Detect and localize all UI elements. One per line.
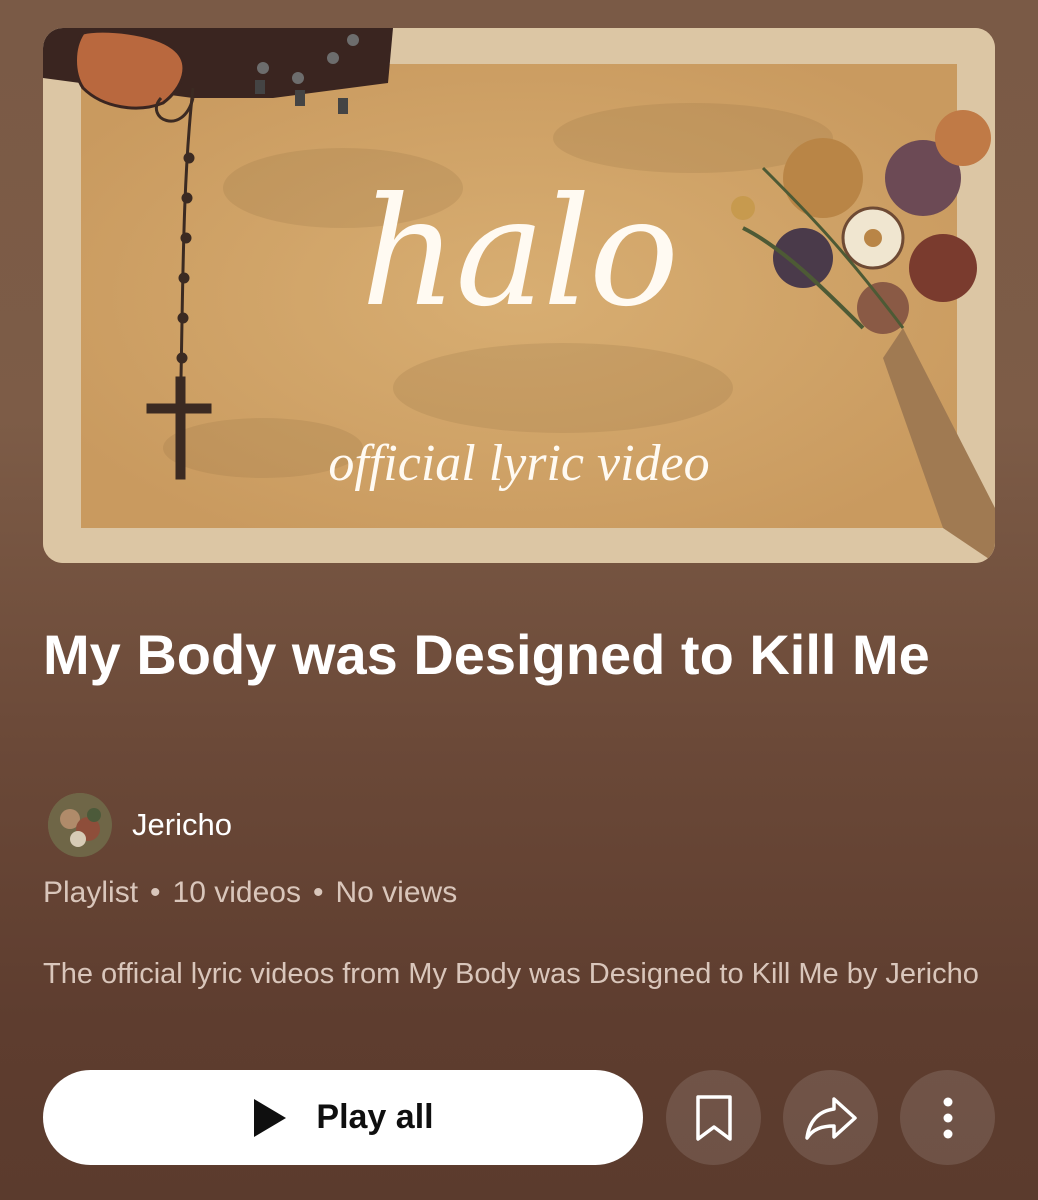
playlist-meta: Playlist • 10 videos • No views: [43, 876, 457, 910]
share-icon: [804, 1096, 857, 1140]
more-options-button[interactable]: [900, 1070, 995, 1165]
thumbnail-title: halo: [360, 166, 679, 340]
more-vertical-icon: [943, 1097, 952, 1138]
meta-separator: •: [150, 876, 161, 909]
view-count: No views: [335, 876, 458, 909]
save-playlist-button[interactable]: [666, 1070, 761, 1165]
playlist-thumbnail[interactable]: halo official lyric video: [43, 28, 995, 563]
playlist-description: The official lyric videos from My Body w…: [43, 958, 979, 990]
thumbnail-subtitle: official lyric video: [328, 435, 710, 492]
channel-name[interactable]: Jericho: [132, 807, 232, 843]
meta-separator: •: [312, 876, 324, 909]
avatar-image: [48, 793, 112, 857]
play-all-button[interactable]: Play all: [43, 1070, 643, 1165]
channel-row[interactable]: Jericho: [48, 793, 232, 857]
share-button[interactable]: [783, 1070, 878, 1165]
play-icon: [254, 1098, 287, 1137]
playlist-type: Playlist: [43, 876, 139, 909]
avatar[interactable]: [48, 793, 112, 857]
bookmark-icon: [695, 1094, 732, 1141]
playlist-title: My Body was Designed to Kill Me: [43, 623, 930, 686]
play-all-label: Play all: [316, 1098, 434, 1136]
video-count: 10 videos: [172, 876, 301, 909]
